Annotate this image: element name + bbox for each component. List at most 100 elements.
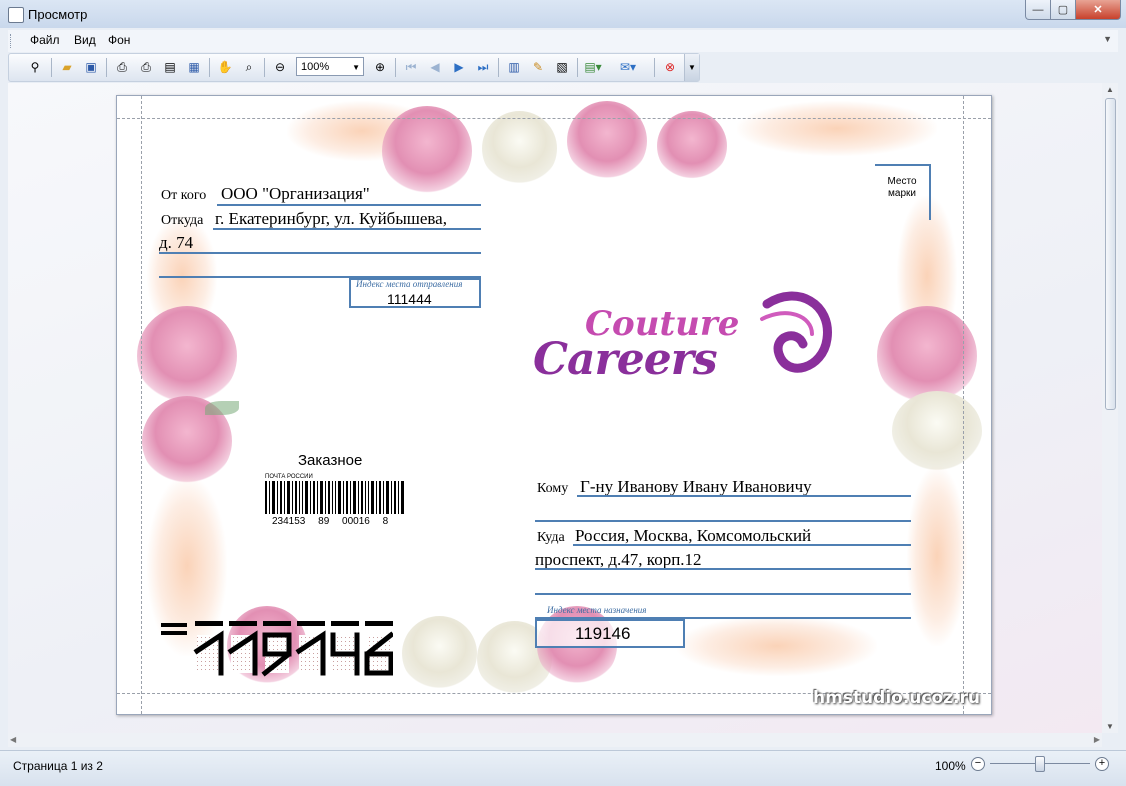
background-icon[interactable]: ▧	[553, 58, 571, 76]
vertical-scrollbar[interactable]: ▲ ▼	[1102, 83, 1118, 733]
hand-tool-icon[interactable]: ✋	[216, 58, 234, 76]
print-setup-icon[interactable]: ⎙	[113, 58, 131, 76]
zoom-select-value: 100%	[301, 61, 330, 73]
dest-index-caption: Индекс места назначения	[547, 605, 647, 615]
margin-guide	[963, 96, 964, 714]
page-setup-icon[interactable]: ▦	[185, 58, 203, 76]
binoculars-icon[interactable]: ⚲	[26, 58, 44, 76]
title-bar: Просмотр — ▢ ✕	[0, 0, 1126, 28]
from-underline	[217, 204, 481, 206]
menu-grip	[10, 34, 14, 48]
origin-underline	[213, 228, 481, 230]
logo-text-bottom: Careers	[533, 334, 718, 385]
scroll-down-icon[interactable]: ▼	[1106, 722, 1114, 731]
zoom-select[interactable]: 100% ▼	[296, 57, 364, 76]
floral-decoration	[907, 466, 967, 646]
postal-barcode	[265, 481, 404, 514]
menu-background[interactable]: Фон	[108, 33, 130, 47]
app-icon	[8, 7, 24, 23]
watermark-text: hmstudio.ucoz.ru	[813, 688, 980, 708]
to-underline	[535, 520, 911, 522]
from-value: ООО "Организация"	[221, 184, 370, 203]
zoom-out-button[interactable]: −	[971, 757, 985, 771]
dest-index-value: 119146	[575, 624, 631, 643]
vertical-scroll-thumb[interactable]	[1105, 98, 1116, 410]
floral-decoration	[382, 106, 472, 196]
maximize-button[interactable]: ▢	[1050, 0, 1076, 20]
floral-decoration	[737, 101, 937, 156]
scroll-left-icon[interactable]: ◀	[10, 735, 16, 744]
minimize-button[interactable]: —	[1025, 0, 1051, 20]
next-page-icon[interactable]: ▶	[450, 58, 468, 76]
zoom-tool-icon[interactable]: ⌕	[240, 58, 258, 76]
export-icon[interactable]: ▤▾	[584, 58, 602, 76]
scroll-up-icon[interactable]: ▲	[1106, 85, 1114, 94]
sender-index-caption: Индекс места отправления	[356, 279, 463, 289]
margin-guide	[117, 118, 991, 119]
last-page-icon[interactable]: ⏭	[474, 58, 492, 76]
first-page-icon[interactable]: ⏮	[402, 58, 420, 76]
chevron-down-icon: ▼	[352, 63, 360, 72]
margin-guide	[141, 96, 142, 714]
origin-line-2: д. 74	[159, 233, 194, 252]
email-icon[interactable]: ✉▾	[619, 58, 637, 76]
menu-bar: Файл Вид Фон ▼	[8, 30, 1118, 52]
zoom-in-button[interactable]: +	[1095, 757, 1109, 771]
dest-line-2: проспект, д.47, корп.12	[535, 550, 702, 569]
toolbar-overflow-icon[interactable]: ▼	[684, 54, 699, 81]
close-preview-icon[interactable]: ⊗	[661, 58, 679, 76]
toolbar-separator	[106, 58, 107, 77]
print-icon[interactable]: ⎙	[137, 58, 155, 76]
menu-file[interactable]: Файл	[30, 33, 60, 47]
open-folder-icon[interactable]: ▰	[58, 58, 76, 76]
dest-underline	[535, 568, 911, 570]
toolbar-separator	[577, 58, 578, 77]
menu-view[interactable]: Вид	[74, 33, 96, 47]
toolbar-separator	[395, 58, 396, 77]
toolbar: ⚲ ▰ ▣ ⎙ ⎙ ▤ ▦ ✋ ⌕ ⊖ 100% ▼ ⊕ ⏮ ◀ ▶ ⏭ ▥ ✎ …	[8, 53, 700, 82]
origin-label: Откуда	[161, 213, 204, 228]
preview-window: Просмотр — ▢ ✕ Файл Вид Фон ▼ ⚲ ▰ ▣ ⎙ ⎙ …	[0, 0, 1126, 786]
menu-overflow-icon[interactable]: ▼	[1103, 34, 1112, 44]
company-logo: Couture Careers	[519, 212, 847, 444]
zoom-in-icon[interactable]: ⊕	[371, 58, 389, 76]
envelope-page: От кого ООО "Организация" Откуда г. Екат…	[116, 95, 992, 715]
to-label: Кому	[537, 481, 569, 496]
dest-label: Куда	[537, 530, 565, 545]
floral-decoration	[567, 101, 647, 181]
toolbar-separator	[51, 58, 52, 77]
close-button[interactable]: ✕	[1075, 0, 1121, 20]
toolbar-separator	[264, 58, 265, 77]
watermark-icon[interactable]: ✎	[529, 58, 547, 76]
sender-index-value: 111444	[387, 291, 432, 307]
barcode-number: 234153 89 00016 8	[272, 516, 389, 527]
scroll-right-icon[interactable]: ▶	[1094, 735, 1100, 744]
status-bar: Страница 1 из 2 100% − +	[0, 750, 1126, 786]
page-info: Страница 1 из 2	[13, 759, 103, 773]
registered-label: Заказное	[298, 452, 363, 469]
zoom-out-icon[interactable]: ⊖	[271, 58, 289, 76]
toolbar-separator	[209, 58, 210, 77]
zoom-slider-thumb[interactable]	[1035, 756, 1045, 772]
floral-decoration	[205, 401, 239, 415]
postal-code-stencil	[161, 621, 393, 677]
multi-page-icon[interactable]: ▥	[505, 58, 523, 76]
to-value: Г-ну Иванову Ивану Ивановичу	[580, 477, 812, 496]
prev-page-icon[interactable]: ◀	[426, 58, 444, 76]
print-preview-icon[interactable]: ▤	[161, 58, 179, 76]
logo-swirl-icon	[760, 291, 832, 373]
floral-decoration	[137, 306, 237, 406]
zoom-percent: 100%	[935, 759, 966, 773]
to-underline	[577, 495, 911, 497]
barcode-caption: ПОЧТА РОССИИ	[265, 474, 313, 480]
save-icon[interactable]: ▣	[82, 58, 100, 76]
origin-underline	[159, 252, 481, 254]
dest-underline	[535, 593, 911, 595]
stamp-area: Место марки	[875, 164, 931, 220]
dest-line-1: Россия, Москва, Комсомольский	[575, 526, 812, 545]
window-title: Просмотр	[28, 7, 88, 22]
horizontal-scrollbar[interactable]: ◀ ▶	[8, 733, 1102, 747]
floral-decoration	[657, 111, 727, 181]
dest-underline	[573, 544, 911, 546]
floral-decoration	[482, 111, 557, 186]
